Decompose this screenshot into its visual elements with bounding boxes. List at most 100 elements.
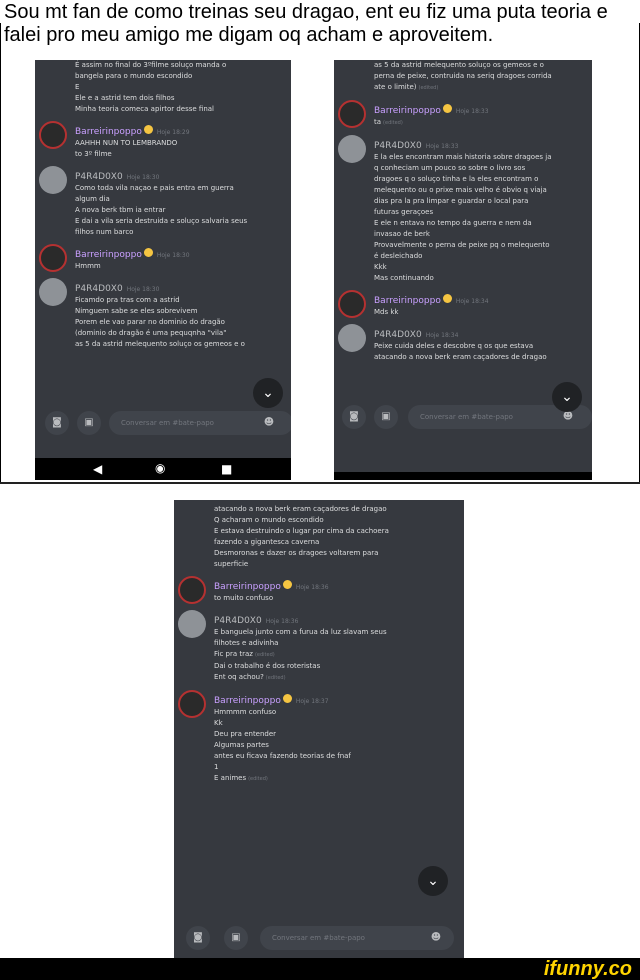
message-text: as 5 da astrid melequento soluço os geme… bbox=[75, 340, 245, 348]
message-text: Provavelmente o perna de peixe pq o mele… bbox=[374, 241, 550, 249]
camera-icon[interactable]: ◙ bbox=[45, 411, 69, 435]
message-text: bangela para o mundo escondido bbox=[75, 72, 193, 80]
chat-message: P4R4D0X0 Hoje 18:34 Peixe cuida deles e de… bbox=[334, 322, 592, 363]
emoji-icon bbox=[143, 125, 153, 134]
back-icon[interactable]: ◀ bbox=[93, 462, 102, 476]
emoji-icon bbox=[143, 248, 153, 257]
message-text: antes eu ficava fazendo teorias de fnaf bbox=[214, 752, 351, 760]
chat-panel-3: atacando a nova berk eram caçadores de d… bbox=[174, 500, 464, 958]
avatar[interactable] bbox=[338, 135, 366, 163]
message-text: Dai o trabalho é dos roteristas bbox=[214, 662, 321, 670]
chat-message: P4R4D0X0 Hoje 18:33 E la eles encontram ma… bbox=[334, 133, 592, 284]
message-text: ate o limite) (edited) bbox=[374, 83, 439, 91]
avatar[interactable] bbox=[178, 610, 206, 638]
username[interactable]: P4R4D0X0 bbox=[374, 141, 422, 151]
home-icon[interactable]: ◉ bbox=[155, 461, 165, 475]
image-icon[interactable]: ▣ bbox=[224, 926, 248, 950]
avatar[interactable] bbox=[39, 121, 67, 149]
avatar[interactable] bbox=[39, 166, 67, 194]
message-list: as 5 da astrid melequento soluço os geme… bbox=[334, 60, 592, 367]
chat-message: Barreirinpoppo Hoje 18:33 ta (edited) bbox=[334, 98, 592, 129]
emoji-icon[interactable]: ☻ bbox=[257, 411, 281, 435]
avatar[interactable] bbox=[39, 278, 67, 306]
avatar[interactable] bbox=[338, 324, 366, 352]
username[interactable]: Barreirinpoppo bbox=[75, 250, 142, 260]
avatar[interactable] bbox=[178, 690, 206, 718]
edited-label: (edited) bbox=[418, 85, 439, 91]
chat-message: Barreirinpoppo Hoje 18:34 Mds kk bbox=[334, 288, 592, 318]
recents-icon[interactable]: ■ bbox=[221, 462, 232, 476]
message-text: Mds kk bbox=[374, 308, 399, 316]
message-text: dias pra la pra limpar e guardar o local… bbox=[374, 197, 529, 205]
username[interactable]: Barreirinpoppo bbox=[374, 106, 441, 116]
message-text: dragoes q o soluço tinha e la eles encon… bbox=[374, 175, 539, 183]
avatar[interactable] bbox=[338, 100, 366, 128]
message-header: Barreirinpoppo Hoje 18:30 bbox=[75, 242, 291, 261]
username[interactable]: Barreirinpoppo bbox=[214, 582, 281, 592]
emoji-icon[interactable]: ☻ bbox=[424, 926, 448, 950]
message-text: perna de peixe, contruida na seriq drago… bbox=[374, 72, 552, 80]
chevron-down-icon[interactable]: ⌄ bbox=[418, 866, 448, 896]
chat-message: Barreirinpoppo Hoje 18:30 Hmmm bbox=[35, 242, 291, 272]
timestamp: Hoje 18:36 bbox=[295, 584, 329, 591]
timestamp: Hoje 18:34 bbox=[455, 298, 489, 305]
message-header: P4R4D0X0 Hoje 18:36 bbox=[214, 608, 464, 627]
message-text: atacando a nova berk eram caçadores de d… bbox=[214, 505, 387, 513]
camera-icon[interactable]: ◙ bbox=[186, 926, 210, 950]
message-text: A nova berk tbm ia entrar bbox=[75, 206, 166, 214]
chat-message: Barreirinpoppo Hoje 18:37 Hmmmm confuso Kk D… bbox=[174, 688, 464, 785]
meme-caption: Sou mt fan de como treinas seu dragao, e… bbox=[4, 1, 608, 46]
avatar[interactable] bbox=[39, 244, 67, 272]
camera-icon[interactable]: ◙ bbox=[342, 405, 366, 429]
image-icon[interactable]: ▣ bbox=[77, 411, 101, 435]
message-text: é desleichado bbox=[374, 252, 423, 260]
message-text: (dominio do dragão é uma pequqnha "vila" bbox=[75, 329, 227, 337]
username[interactable]: Barreirinpoppo bbox=[75, 127, 142, 137]
message-text: Como toda vila naçao e pais entra em gue… bbox=[75, 184, 234, 192]
chat-message: P4R4D0X0 Hoje 18:30 Ficamdo pra tras com a… bbox=[35, 276, 291, 350]
message-header: Barreirinpoppo Hoje 18:33 bbox=[374, 98, 592, 117]
message-header: Barreirinpoppo Hoje 18:34 bbox=[374, 288, 592, 307]
android-nav-bar: ◀ ◉ ■ bbox=[35, 458, 291, 480]
username[interactable]: P4R4D0X0 bbox=[75, 172, 123, 182]
message-header: P4R4D0X0 Hoje 18:34 bbox=[374, 322, 592, 341]
footer-bar: ifunny.co bbox=[0, 958, 640, 980]
chat-message: atacando a nova berk eram caçadores de d… bbox=[174, 504, 464, 570]
image-icon[interactable]: ▣ bbox=[374, 405, 398, 429]
input-bar: ◙ ▣ Conversar em #bate-papo ☻ bbox=[174, 918, 464, 958]
message-text: fazendo a gigantesca caverna bbox=[214, 538, 320, 546]
timestamp: Hoje 18:33 bbox=[425, 143, 459, 150]
message-text: Porem ele vao parar no dominio do dragão bbox=[75, 318, 225, 326]
timestamp: Hoje 18:30 bbox=[126, 174, 160, 181]
message-header: Barreirinpoppo Hoje 18:37 bbox=[214, 688, 464, 707]
message-text: Ent oq achou? (edited) bbox=[214, 673, 286, 681]
message-text: q conheciam um pouco so sobre o livro so… bbox=[374, 164, 526, 172]
message-text: Ficamdo pra tras com a astrid bbox=[75, 296, 180, 304]
timestamp: Hoje 18:30 bbox=[126, 286, 160, 293]
message-text: algum dia bbox=[75, 195, 110, 203]
chat-message: P4R4D0X0 Hoje 18:30 Como toda vila naçao e… bbox=[35, 164, 291, 238]
avatar[interactable] bbox=[178, 576, 206, 604]
message-text: Fic pra traz (edited) bbox=[214, 650, 275, 658]
username[interactable]: Barreirinpoppo bbox=[214, 696, 281, 706]
edited-label: (edited) bbox=[248, 776, 268, 782]
chevron-down-icon[interactable]: ⌄ bbox=[253, 378, 283, 408]
message-text: AAHHH NUN TO LEMBRANDO bbox=[75, 139, 178, 147]
section-divider bbox=[0, 482, 640, 484]
username[interactable]: P4R4D0X0 bbox=[374, 330, 422, 340]
chevron-down-icon[interactable]: ⌄ bbox=[552, 382, 582, 412]
timestamp: Hoje 18:34 bbox=[425, 332, 459, 339]
username[interactable]: P4R4D0X0 bbox=[214, 616, 262, 626]
chat-message: as 5 da astrid melequento soluço os geme… bbox=[334, 60, 592, 94]
message-text: Hmmm bbox=[75, 262, 101, 270]
message-header: P4R4D0X0 Hoje 18:30 bbox=[75, 164, 291, 183]
emoji-icon bbox=[282, 694, 292, 703]
username[interactable]: P4R4D0X0 bbox=[75, 284, 123, 294]
ifunny-logo: ifunny.co bbox=[543, 958, 632, 980]
message-text: Minha teoria comeca apirtor desse final bbox=[75, 105, 215, 113]
message-header: P4R4D0X0 Hoje 18:30 bbox=[75, 276, 291, 295]
avatar[interactable] bbox=[338, 290, 366, 318]
username[interactable]: Barreirinpoppo bbox=[374, 296, 441, 306]
timestamp: Hoje 18:29 bbox=[156, 129, 190, 136]
message-text: to muito confuso bbox=[214, 594, 274, 602]
